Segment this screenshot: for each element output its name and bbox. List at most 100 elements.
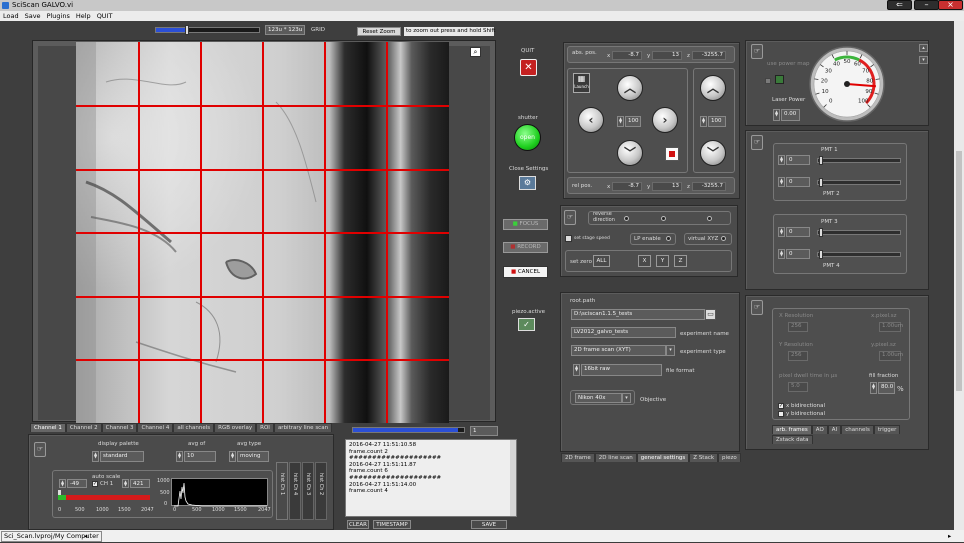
laser-power-spinner[interactable]: ▲ ▼ <box>773 109 780 121</box>
palette-spinner[interactable]: ▲ ▼ <box>92 451 99 462</box>
z-up-button[interactable]: ︿ <box>700 75 726 101</box>
set-zero-x-button[interactable]: X <box>638 255 651 267</box>
file-format-select[interactable]: 16bit raw <box>581 364 662 376</box>
laser-hand-icon[interactable]: ☞ <box>751 44 763 59</box>
lp-enable-led[interactable] <box>666 236 671 241</box>
virtual-xyz-led[interactable] <box>721 236 726 241</box>
fill-fraction-input[interactable]: 80.0 <box>878 382 895 394</box>
save-button[interactable]: SAVE <box>471 520 507 529</box>
xy-step-spinner[interactable]: ▲ ▼ <box>617 116 624 127</box>
pmt3-slider-thumb[interactable] <box>819 228 823 237</box>
status-scroll-left-icon[interactable]: ◂ <box>84 530 87 542</box>
tab-2d-frame[interactable]: 2D frame <box>561 453 595 462</box>
piezo-active-checkbox[interactable]: ✓ <box>518 318 535 331</box>
reverse-x-led[interactable] <box>624 216 629 221</box>
scroll-thumb[interactable] <box>956 151 962 391</box>
fill-fraction-spinner[interactable]: ▲ ▼ <box>870 382 877 394</box>
hand-tool-icon[interactable]: ☞ <box>34 442 46 457</box>
experiment-name-input[interactable]: LV2012_galvo_tests <box>571 327 676 338</box>
set-zero-all-button[interactable]: ALL <box>593 255 610 267</box>
record-button[interactable]: ■ RECORD <box>503 242 548 253</box>
vertical-scrollbar[interactable] <box>954 21 964 530</box>
menu-quit[interactable]: QUIT <box>94 11 116 21</box>
menu-plugins[interactable]: Plugins <box>44 11 73 21</box>
close-button[interactable]: × <box>938 0 963 10</box>
tab-channel-2[interactable]: Channel 2 <box>65 423 102 432</box>
tab-general-settings[interactable]: general settings <box>636 453 690 462</box>
frame-slider[interactable] <box>352 427 465 433</box>
y-bidirectional-checkbox[interactable] <box>778 411 784 417</box>
pmt1-slider[interactable] <box>817 156 901 165</box>
max-spinner[interactable]: ▲ ▼ <box>122 479 129 488</box>
pmt4-spinner[interactable]: ▲ ▼ <box>778 249 785 259</box>
tab-2d-line-scan[interactable]: 2D line scan <box>594 453 637 462</box>
pmt1-input[interactable]: 0 <box>786 155 810 165</box>
palette-select[interactable]: standard <box>100 451 144 462</box>
x-bidirectional-checkbox[interactable]: ✓ <box>778 403 784 409</box>
power-map-checkbox[interactable] <box>765 78 771 84</box>
x-resolution-input[interactable]: 256 <box>788 322 808 332</box>
min-value[interactable]: -49 <box>67 479 87 488</box>
root-path-input[interactable]: D:\sciscan1.1.5_tests <box>571 309 705 320</box>
tab-hist-ch3[interactable]: hist Ch 3 <box>302 462 314 520</box>
cancel-button[interactable]: ■ CANCEL <box>503 266 548 278</box>
zoom-slider-thumb[interactable] <box>184 25 189 35</box>
reverse-y-led[interactable] <box>661 216 666 221</box>
close-settings-icon[interactable]: ⚙ <box>519 176 536 190</box>
pmt3-spinner[interactable]: ▲ ▼ <box>778 227 785 237</box>
tab-z-stack[interactable]: Z Stack <box>689 453 719 462</box>
z-step-spinner[interactable]: ▲ ▼ <box>700 116 707 127</box>
reset-zoom-button[interactable]: Reset Zoom <box>357 27 401 36</box>
auto-scale-checkbox[interactable]: ✓ <box>92 481 98 487</box>
min-spinner[interactable]: ▲ ▼ <box>59 479 66 488</box>
laser-panel-collapse-icon[interactable]: ▾ <box>919 56 928 64</box>
tab-zstack-data[interactable]: Zstack data <box>772 435 813 444</box>
laser-power-input[interactable]: 0.00 <box>781 109 800 121</box>
pmt4-input[interactable]: 0 <box>786 249 810 259</box>
avg-of-spinner[interactable]: ▲ ▼ <box>176 451 183 462</box>
tab-hist-ch4[interactable]: hist Ch 4 <box>289 462 301 520</box>
move-right-button[interactable]: › <box>652 107 678 133</box>
pmt4-slider[interactable] <box>817 250 901 259</box>
color-scale-bar[interactable] <box>58 495 150 500</box>
x-pixel-size-input[interactable]: 1.00um <box>879 322 903 332</box>
reverse-z-led[interactable] <box>707 216 712 221</box>
pmt2-slider-thumb[interactable] <box>819 178 823 187</box>
log-scrollbar[interactable] <box>510 440 516 516</box>
launch-button[interactable]: ▦ Launch <box>573 73 590 93</box>
set-zero-y-button[interactable]: Y <box>656 255 669 267</box>
pixel-dwell-input[interactable]: 5.0 <box>788 382 808 392</box>
tab-channel-4[interactable]: Channel 4 <box>137 423 174 432</box>
tab-hist-ch2[interactable]: hist Ch 2 <box>315 462 327 520</box>
pmt3-input[interactable]: 0 <box>786 227 810 237</box>
zoom-tool-icon[interactable]: ⌕ <box>470 47 481 57</box>
tab-channel-1[interactable]: Channel 1 <box>30 423 66 432</box>
experiment-type-select[interactable]: 2D frame scan (XYT) <box>571 345 666 356</box>
clear-button[interactable]: CLEAR <box>347 520 369 529</box>
pmt2-slider[interactable] <box>817 178 901 187</box>
status-scroll-right-icon[interactable]: ▸ <box>948 530 951 542</box>
experiment-type-dropdown-icon[interactable]: ▾ <box>666 345 675 356</box>
y-pixel-size-input[interactable]: 1.00um <box>879 351 903 361</box>
quit-button[interactable]: ✕ <box>520 59 537 76</box>
menu-load[interactable]: Load <box>0 11 22 21</box>
pmt4-slider-thumb[interactable] <box>819 250 823 259</box>
pmt3-slider[interactable] <box>817 228 901 237</box>
objective-dropdown-icon[interactable]: ▾ <box>622 393 631 403</box>
move-up-button[interactable]: ︿ <box>617 75 643 101</box>
pmt2-spinner[interactable]: ▲ ▼ <box>778 177 785 187</box>
log-text-area[interactable]: 2016-04-27 11:51:10.58 frame.count 2 ###… <box>345 439 517 517</box>
avg-of-input[interactable]: 10 <box>184 451 216 462</box>
z-step-input[interactable]: 100 <box>708 116 726 127</box>
stop-button[interactable] <box>665 147 679 161</box>
shutter-button[interactable]: open <box>514 124 541 151</box>
tab-ai[interactable]: AI <box>827 425 842 434</box>
max-value[interactable]: 421 <box>130 479 150 488</box>
microscope-image[interactable] <box>76 42 449 423</box>
tab-channels[interactable]: channels <box>841 425 874 434</box>
laser-gauge[interactable]: 0 10 20 30 40 50 60 70 80 90 100 <box>806 44 888 124</box>
tab-rgb-overlay[interactable]: RGB overlay <box>214 423 257 432</box>
avg-type-select[interactable]: moving <box>237 451 269 462</box>
folder-browse-icon[interactable]: ▭ <box>705 309 716 320</box>
focus-button[interactable]: ■ FOCUS <box>503 219 548 230</box>
